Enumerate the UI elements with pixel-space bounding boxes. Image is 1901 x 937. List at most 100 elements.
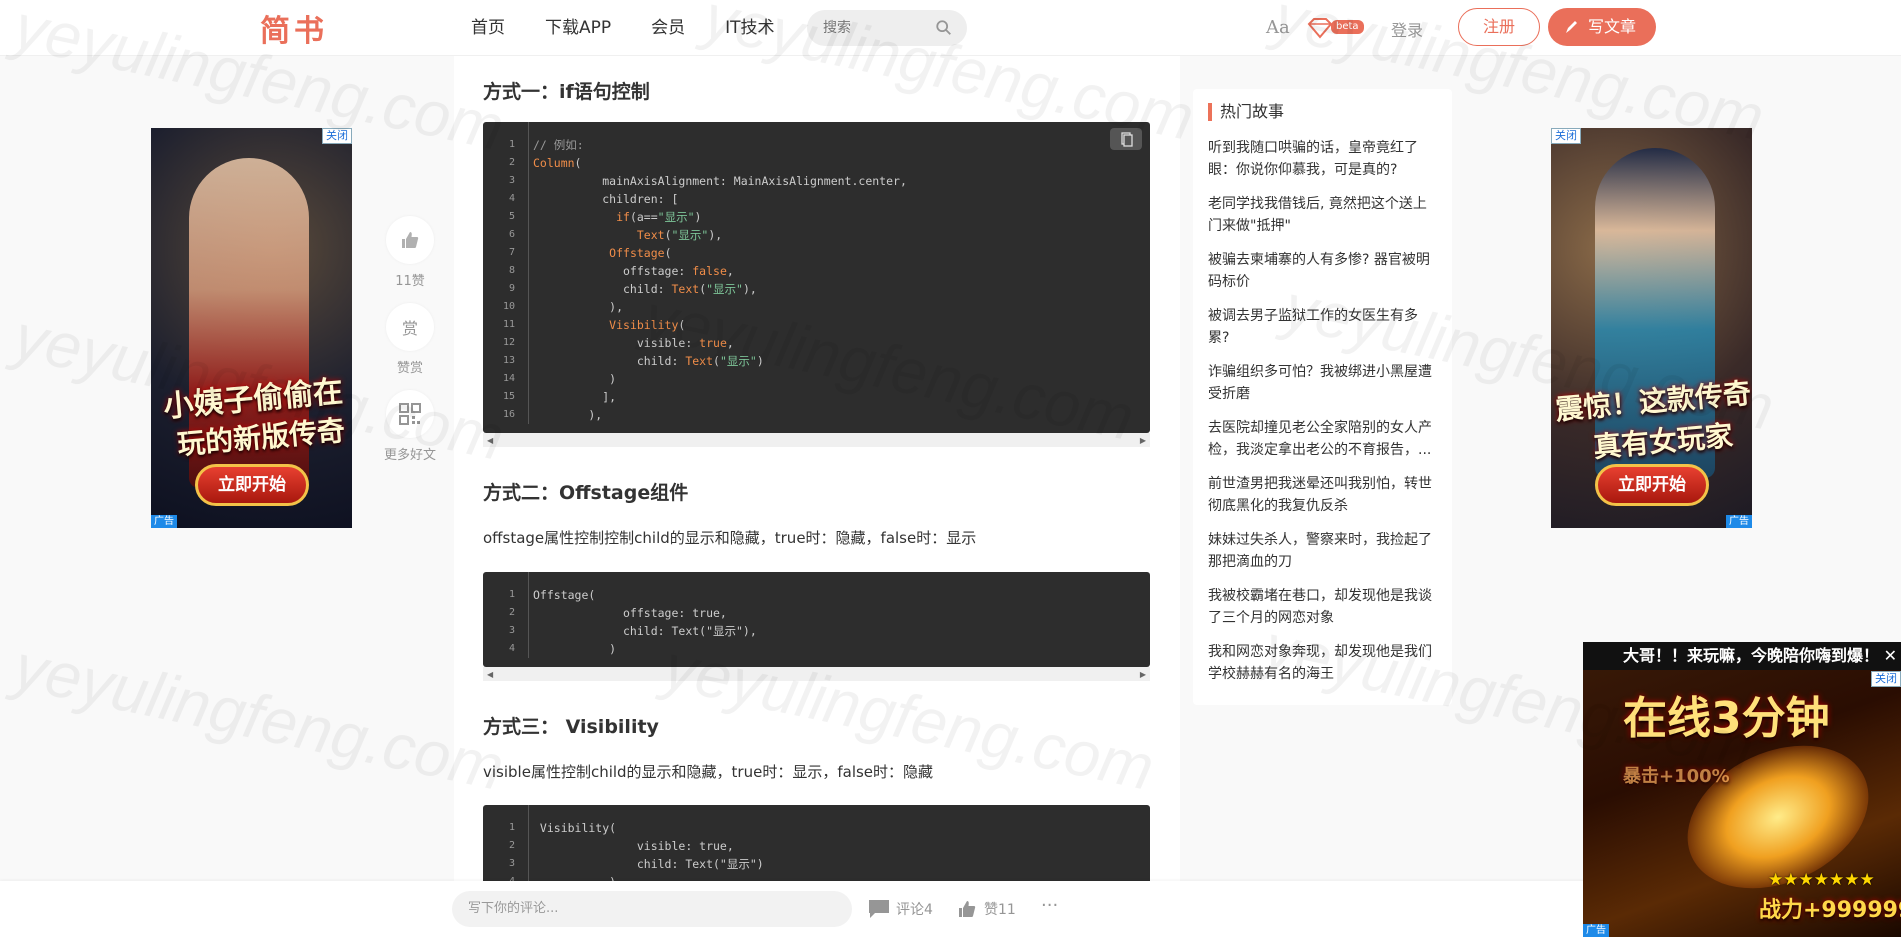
hot-stories-panel: 热门故事 听到我随口哄骗的话，皇帝竟红了眼：你说你仰慕我，可是真的? 老同学找我…	[1193, 89, 1452, 705]
code-line: offstage: false,	[533, 262, 907, 280]
code-token: ),	[533, 408, 603, 422]
ad-tag: 广告	[1726, 515, 1752, 528]
more-articles-action[interactable]: 更多好文	[382, 390, 438, 463]
comments-button[interactable]: 评论4	[868, 899, 933, 919]
scroll-left-arrow-icon[interactable]: ◀	[487, 670, 493, 679]
code-line-numbers: 1234	[483, 805, 515, 885]
ad-start-button[interactable]: 立即开始	[1595, 464, 1709, 506]
code-token: ,	[726, 264, 734, 278]
code-line-number: 14	[502, 373, 515, 384]
code-token: // 例如:	[533, 138, 584, 152]
ad-close-button[interactable]: 关闭	[322, 128, 352, 144]
hot-story-link[interactable]: 我被校霸堵在巷口，却发现他是我谈了三个月的网恋对象	[1208, 585, 1438, 629]
thumbs-up-icon	[959, 901, 976, 917]
search-input[interactable]	[823, 10, 933, 46]
ad-close-button[interactable]: 关闭	[1871, 671, 1901, 687]
code-line: )	[533, 640, 757, 658]
code-token: (	[664, 228, 672, 242]
font-size-toggle[interactable]: Aa	[1266, 17, 1290, 38]
hot-story-link[interactable]: 妹妹过失杀人，警察来时，我捡起了那把滴血的刀	[1208, 529, 1438, 573]
code-token: "显示"	[657, 210, 695, 224]
code-token: "显示"	[719, 354, 757, 368]
copy-button[interactable]	[1110, 128, 1142, 150]
reward-label: 赞赏	[396, 361, 423, 376]
code-token: mainAxisAlignment: MainAxisAlignment.cen…	[533, 174, 907, 188]
like-button[interactable]	[386, 216, 434, 264]
scroll-right-arrow-icon[interactable]: ▶	[1140, 670, 1146, 679]
code-line-number: 8	[508, 265, 515, 276]
thumbs-up-icon	[402, 232, 419, 248]
register-button[interactable]: 注册	[1458, 8, 1540, 46]
code-token: "显示"	[706, 282, 743, 296]
right-ad[interactable]: 震惊！这款传奇 真有女玩家 立即开始 关闭 广告	[1551, 128, 1752, 528]
code-token: child: Text("显示"),	[533, 624, 757, 638]
hot-story-link[interactable]: 去医院却撞见老公全家陪别的女人产检，我淡定拿出老公的不育报告，...	[1208, 417, 1438, 461]
reward-button[interactable]: 赏	[386, 303, 434, 351]
code-source: Visibility( visible: true, child: Text("…	[528, 805, 764, 885]
code-line: ),	[533, 298, 907, 316]
code-scrollbar[interactable]: ◀ ▶	[483, 433, 1150, 447]
code-line: Column(	[533, 154, 907, 172]
code-token: (	[664, 246, 672, 260]
close-icon[interactable]: ✕	[1884, 642, 1897, 670]
hot-story-link[interactable]: 诈骗组织多可怕？我被绑进小黑屋遭受折磨	[1208, 361, 1438, 405]
search-icon[interactable]	[935, 19, 953, 37]
comment-input[interactable]: 写下你的评论...	[452, 891, 852, 927]
section-heading: 方式一：if语句控制	[483, 81, 650, 103]
ad-close-button[interactable]: 关闭	[1551, 128, 1581, 144]
copy-icon	[1121, 132, 1133, 147]
code-token: child: Text("显示")	[533, 857, 764, 871]
code-token: Column	[533, 156, 575, 170]
code-token: )	[533, 642, 617, 656]
floating-ad-title-text: 大哥！！来玩嘛，今晚陪你嗨到爆！	[1623, 646, 1880, 665]
reward-action[interactable]: 赏 赞赏	[382, 303, 438, 376]
hot-story-link[interactable]: 被骗去柬埔寨的人有多惨? 器官被明码标价	[1208, 249, 1438, 293]
nav-home[interactable]: 首页	[471, 16, 505, 40]
login-link[interactable]: 登录	[1391, 17, 1423, 41]
hot-story-link[interactable]: 被调去男子监狱工作的女医生有多累?	[1208, 305, 1438, 349]
code-token: Visibility	[609, 318, 679, 332]
site-logo[interactable]: 简书	[260, 6, 328, 50]
code-line: ),	[533, 406, 907, 424]
code-token: true	[699, 336, 727, 350]
section-text: visible属性控制child的显示和隐藏，true时：显示，false时：隐…	[483, 763, 934, 781]
search-box	[807, 10, 967, 46]
hot-story-link[interactable]: 我和网恋对象奔现，却发现他是我们学校赫赫有名的海王	[1208, 641, 1438, 685]
hot-story-link[interactable]: 前世渣男把我迷晕还叫我别怕，转世彻底黑化的我复仇反杀	[1208, 473, 1438, 517]
nav-membership[interactable]: 会员	[651, 16, 685, 40]
more-options-button[interactable]: ···	[1041, 895, 1058, 916]
write-article-button[interactable]: 写文章	[1548, 8, 1656, 46]
nav-download-app[interactable]: 下载APP	[545, 16, 611, 40]
code-token: child:	[533, 354, 686, 368]
code-line-number: 3	[508, 625, 515, 636]
likes-label: 赞11	[984, 902, 1016, 918]
code-line-number: 6	[508, 229, 515, 240]
floating-ad[interactable]: 大哥！！来玩嘛，今晚陪你嗨到爆！ ✕ 在线3分钟 暴击+100% ★★★★★★★…	[1583, 642, 1901, 937]
likes-button[interactable]: 赞11	[956, 899, 1016, 919]
code-token: (a==	[629, 210, 658, 224]
code-line-number: 4	[508, 643, 515, 654]
code-token: false	[692, 264, 727, 278]
code-line: Offstage(	[533, 244, 907, 262]
scroll-left-arrow-icon[interactable]: ◀	[487, 436, 493, 445]
like-action[interactable]: 11赞	[382, 216, 438, 289]
comments-label: 评论4	[896, 902, 933, 918]
code-line: offstage: true,	[533, 604, 757, 622]
nav-it-tech[interactable]: IT技术	[725, 16, 774, 40]
left-ad[interactable]: 小姨子偷偷在 玩的新版传奇 立即开始 关闭 广告	[151, 128, 352, 528]
code-line-number: 13	[502, 355, 515, 366]
code-scrollbar[interactable]: ◀ ▶	[483, 667, 1150, 681]
ad-start-button[interactable]: 立即开始	[195, 464, 309, 506]
scroll-right-arrow-icon[interactable]: ▶	[1140, 436, 1146, 445]
hot-story-link[interactable]: 老同学找我借钱后, 竟然把这个送上门来做"抵押"	[1208, 193, 1438, 237]
code-token: Offstage	[609, 246, 665, 260]
hot-story-link[interactable]: 听到我随口哄骗的话，皇帝竟红了眼：你说你仰慕我，可是真的?	[1208, 137, 1438, 181]
code-token: (	[713, 354, 720, 368]
qrcode-button[interactable]	[386, 390, 434, 438]
code-token: ),	[533, 300, 624, 314]
code-token: Visibility(	[533, 821, 617, 835]
